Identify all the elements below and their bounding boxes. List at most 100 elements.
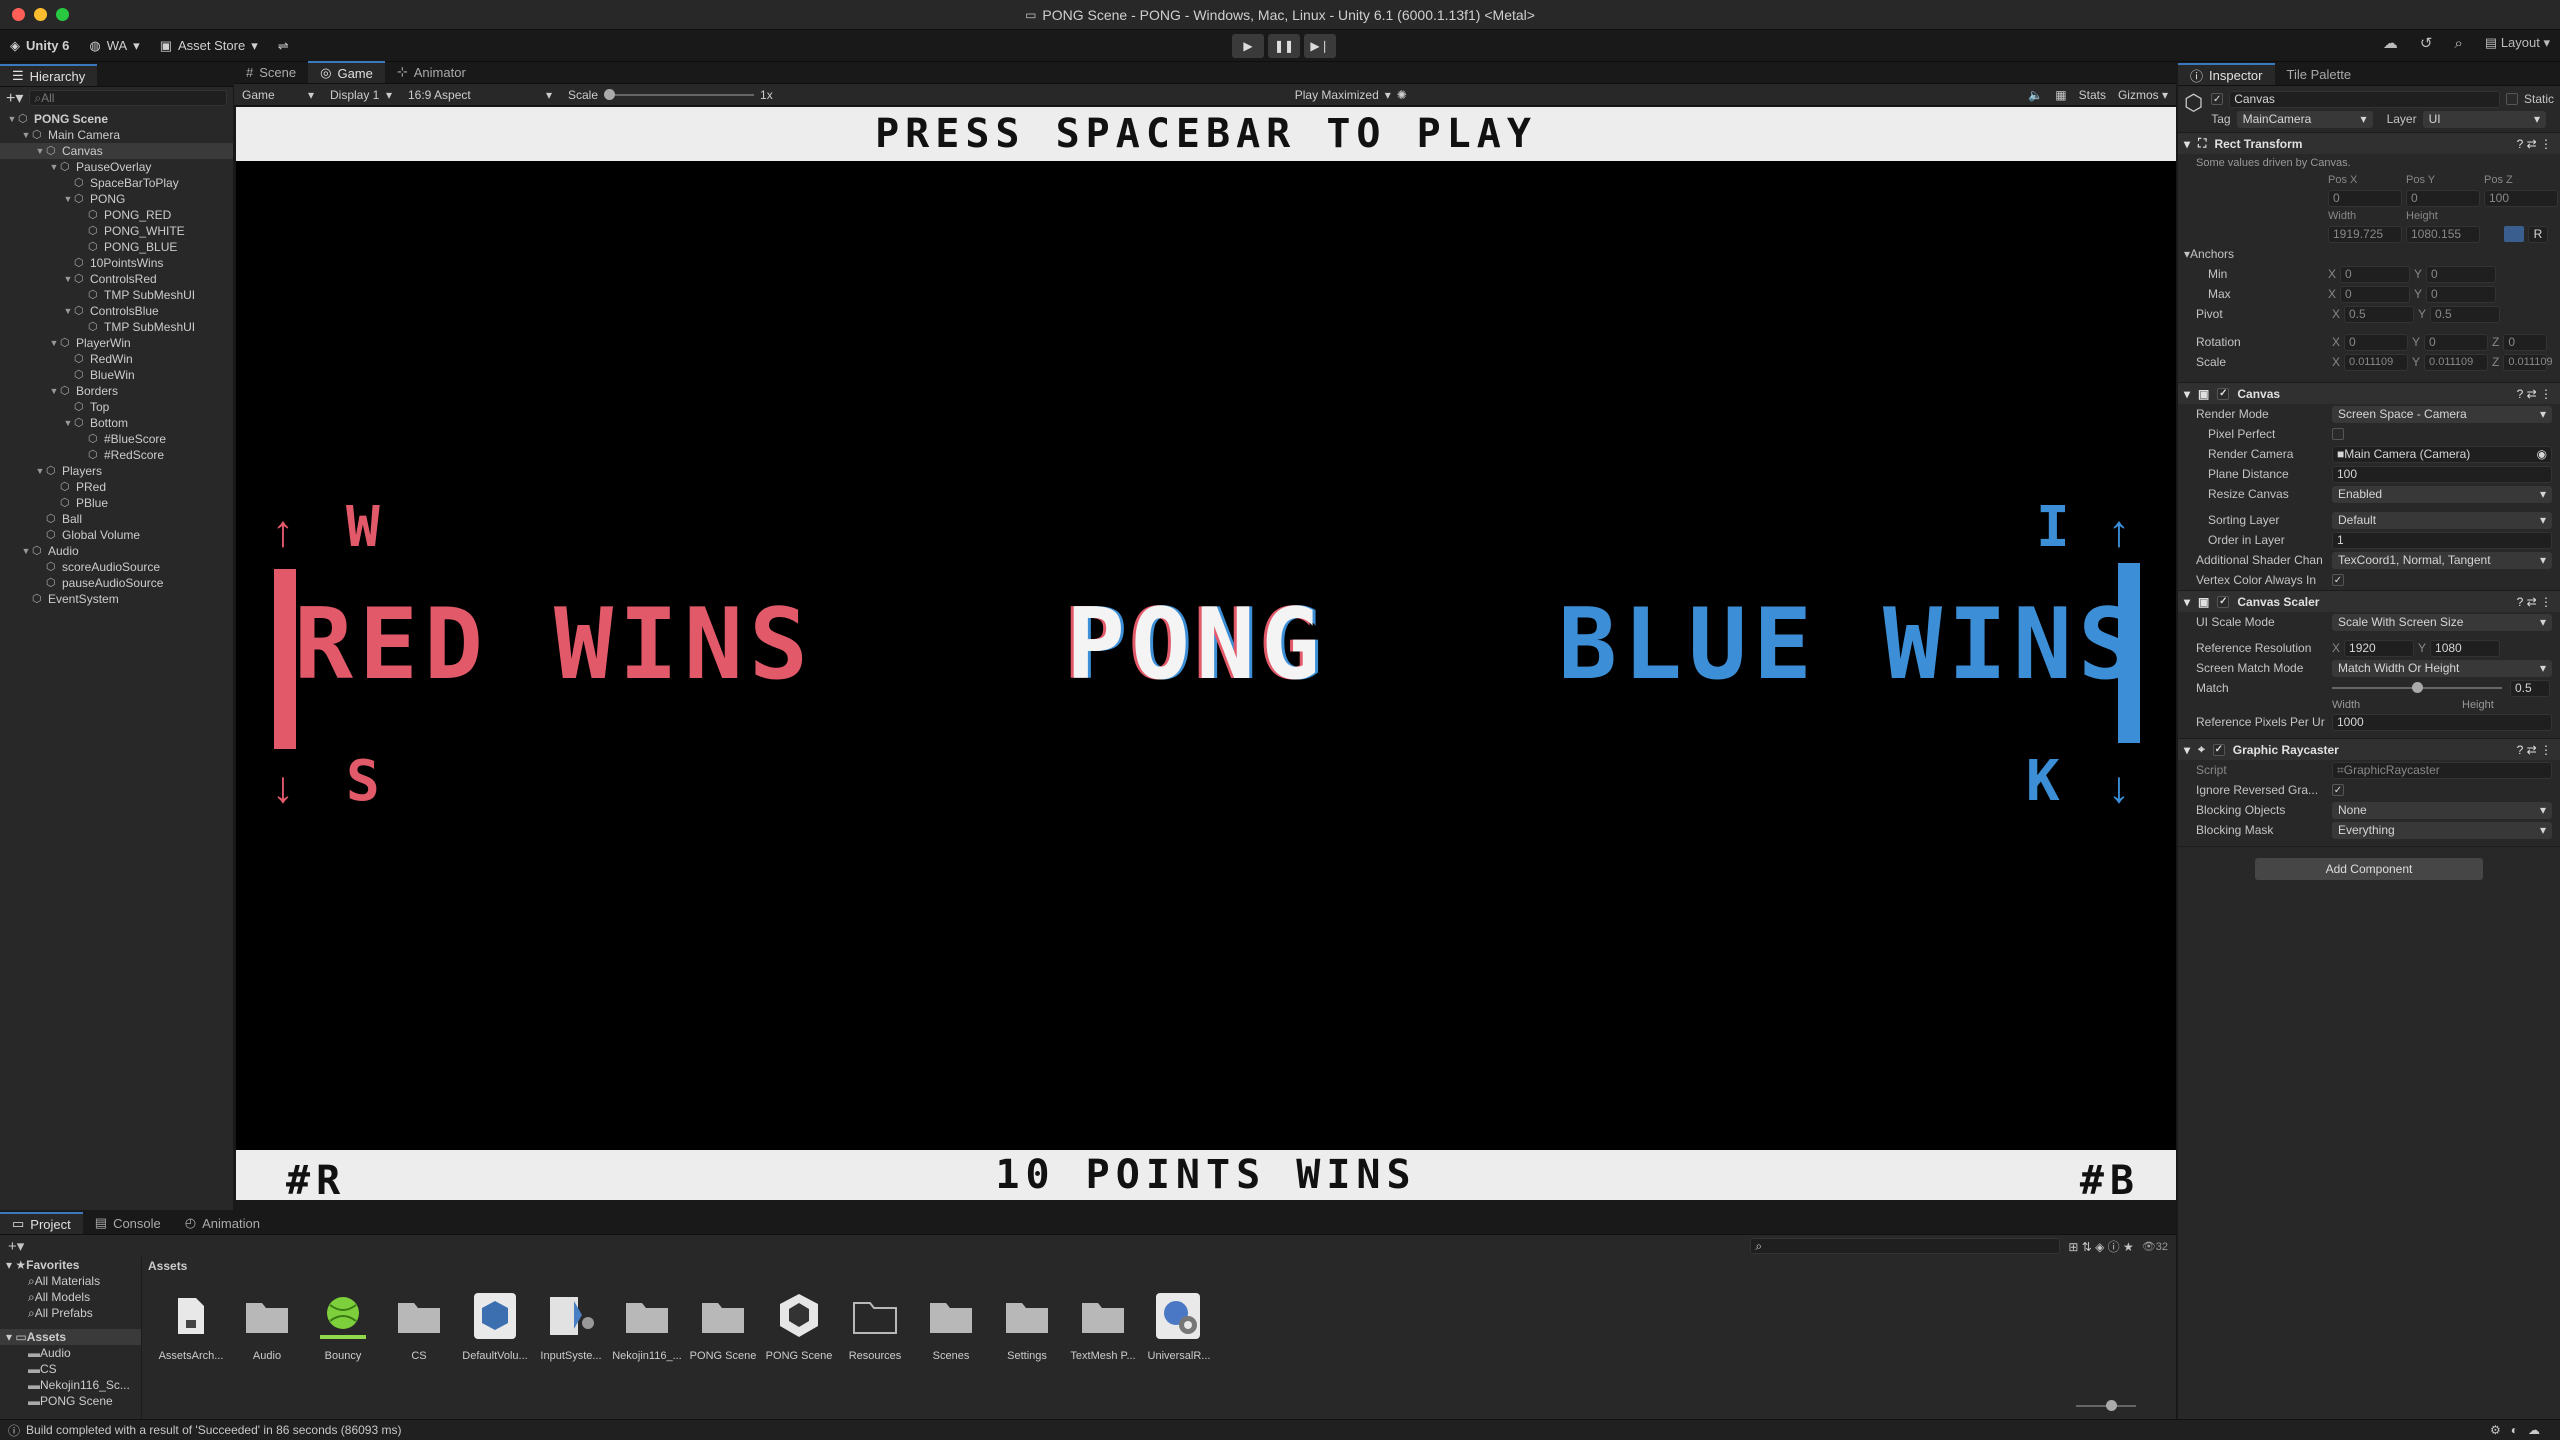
stats-button[interactable]: Stats (2079, 88, 2106, 102)
audio-icon[interactable]: 🔈 (2028, 88, 2043, 102)
asset-item[interactable]: DefaultVolu... (460, 1290, 530, 1362)
asset-item[interactable]: Bouncy (308, 1290, 378, 1362)
blueprint-toggle[interactable] (2504, 226, 2524, 242)
hierarchy-item[interactable]: ▼ ⬡ PlayerWin (0, 335, 233, 351)
breadcrumb[interactable]: Assets (148, 1259, 187, 1273)
object-name-input[interactable]: Canvas (2229, 90, 2500, 108)
render-camera-field[interactable]: ■ Main Camera (Camera) ◉ (2332, 445, 2552, 463)
project-search-input[interactable]: ⌕ (1750, 1238, 2061, 1254)
debug-icon[interactable]: ✺ (1397, 88, 1407, 102)
add-icon[interactable]: +▾ (6, 88, 23, 108)
folder-item[interactable]: ▬ Nekojin116_Sc... (0, 1377, 141, 1393)
expand-arrow-icon[interactable]: ▼ (6, 114, 18, 124)
hierarchy-item[interactable]: ⬡ PONG_BLUE (0, 239, 233, 255)
add-component-button[interactable]: Add Component (2255, 858, 2483, 880)
anchor-min-y[interactable]: 0 (2426, 265, 2497, 283)
hierarchy-item[interactable]: ⬡ Ball (0, 511, 233, 527)
shader-channels-dropdown[interactable]: TexCoord1, Normal, Tangent ▾ (2332, 551, 2552, 569)
graphic-raycaster-header[interactable]: ▾ ⌖ ✓ Graphic Raycaster? ⇄ ⋮ (2178, 738, 2560, 760)
hierarchy-item[interactable]: ▼ ⬡ ControlsRed (0, 271, 233, 287)
assets-header[interactable]: ▾ ▭ Assets (0, 1329, 141, 1345)
hierarchy-item[interactable]: ▼ ⬡ Bottom (0, 415, 233, 431)
asset-item[interactable]: Resources (840, 1290, 910, 1362)
scaler-enabled-checkbox[interactable]: ✓ (2217, 595, 2230, 608)
asset-item[interactable]: Scenes (916, 1290, 986, 1362)
hierarchy-item[interactable]: ⬡ PRed (0, 479, 233, 495)
filter-icons[interactable]: ⊞ ⇅ ◈ ⓘ ★ (2068, 1238, 2133, 1255)
tab-tile-palette[interactable]: Tile Palette (2275, 63, 2364, 85)
ref-res-y[interactable]: 1080 (2430, 639, 2501, 657)
account-button[interactable]: ◈ Unity 6 (0, 34, 79, 58)
anchor-max-y[interactable]: 0 (2426, 285, 2497, 303)
folder-item[interactable]: ▬ Audio (0, 1345, 141, 1361)
favorite-item[interactable]: ⌕ All Materials (0, 1273, 141, 1289)
canvas-enabled-checkbox[interactable]: ✓ (2217, 387, 2230, 400)
expand-arrow-icon[interactable]: ▼ (34, 466, 46, 476)
play-button[interactable]: ▶ (1232, 34, 1264, 58)
hierarchy-item[interactable]: ⬡ TMP SubMeshUI (0, 287, 233, 303)
hierarchy-item[interactable]: ⬡ #BlueScore (0, 431, 233, 447)
hierarchy-item[interactable]: ▼ ⬡ Players (0, 463, 233, 479)
pixels-per-unit-field[interactable]: 1000 (2332, 713, 2552, 731)
pos-x-field[interactable]: 0 (2328, 189, 2402, 207)
pivot-x[interactable]: 0.5 (2344, 305, 2415, 323)
blocking-objects-dropdown[interactable]: None ▾ (2332, 801, 2552, 819)
hierarchy-item[interactable]: ⬡ TMP SubMeshUI (0, 319, 233, 335)
scale-slider[interactable]: Scale 1x (560, 88, 781, 102)
anchor-min-x[interactable]: 0 (2340, 265, 2411, 283)
height-field[interactable]: 1080.155 (2406, 225, 2480, 243)
ui-scale-mode-dropdown[interactable]: Scale With Screen Size ▾ (2332, 613, 2552, 631)
expand-arrow-icon[interactable]: ▼ (20, 546, 32, 556)
object-picker-icon[interactable]: ◉ (2537, 447, 2547, 461)
version-control-button[interactable]: ⇌ (268, 34, 299, 58)
screen-match-mode-dropdown[interactable]: Match Width Or Height ▾ (2332, 659, 2552, 677)
layer-dropdown[interactable]: UI ▾ (2422, 110, 2546, 128)
hierarchy-item[interactable]: ⬡ Global Volume (0, 527, 233, 543)
expand-arrow-icon[interactable]: ▼ (20, 130, 32, 140)
favorite-item[interactable]: ⌕ All Models (0, 1289, 141, 1305)
cloud-icon[interactable]: ☁ (2383, 34, 2398, 52)
folder-item[interactable]: ▬ CS (0, 1361, 141, 1377)
pos-z-field[interactable]: 100 (2484, 189, 2558, 207)
search-icon[interactable]: ⌕ (2455, 35, 2463, 52)
zoom-slider[interactable] (2076, 1400, 2136, 1411)
tab-console[interactable]: ▤ Console (83, 1212, 173, 1234)
raw-edit-button[interactable]: R (2528, 225, 2548, 243)
static-checkbox[interactable] (2505, 93, 2518, 105)
favorite-item[interactable]: ⌕ All Prefabs (0, 1305, 141, 1321)
blocking-mask-dropdown[interactable]: Everything ▾ (2332, 821, 2552, 839)
expand-arrow-icon[interactable]: ▼ (48, 386, 60, 396)
hierarchy-item[interactable]: ⬡ pauseAudioSource (0, 575, 233, 591)
component-menu-icon[interactable]: ? ⇄ ⋮ (2517, 137, 2552, 151)
rotation-z[interactable]: 0 (2503, 333, 2548, 351)
pivot-y[interactable]: 0.5 (2430, 305, 2501, 323)
asset-item[interactable]: Audio (232, 1290, 302, 1362)
expand-arrow-icon[interactable]: ▼ (62, 418, 74, 428)
history-icon[interactable]: ↺ (2420, 34, 2433, 52)
resize-canvas-dropdown[interactable]: Enabled ▾ (2332, 485, 2552, 503)
raycaster-enabled-checkbox[interactable]: ✓ (2212, 743, 2225, 756)
vertex-color-checkbox[interactable]: ✓ (2332, 574, 2344, 586)
order-in-layer-field[interactable]: 1 (2332, 531, 2552, 549)
hierarchy-item[interactable]: ⬡ BlueWin (0, 367, 233, 383)
hierarchy-item[interactable]: ⬡ 10PointsWins (0, 255, 233, 271)
hierarchy-item[interactable]: ⬡ scoreAudioSource (0, 559, 233, 575)
render-mode-dropdown[interactable]: Screen Space - Camera ▾ (2332, 405, 2552, 423)
layout-dropdown[interactable]: ▤ Layout ▾ (2485, 35, 2550, 51)
hierarchy-item[interactable]: ⬡ PONG_RED (0, 207, 233, 223)
expand-arrow-icon[interactable]: ▼ (62, 274, 74, 284)
component-menu-icon[interactable]: ? ⇄ ⋮ (2517, 743, 2552, 757)
component-menu-icon[interactable]: ? ⇄ ⋮ (2517, 387, 2552, 401)
hierarchy-search-input[interactable]: ⌕ All (29, 90, 227, 106)
width-field[interactable]: 1919.725 (2328, 225, 2402, 243)
tab-project[interactable]: ▭ Project (0, 1212, 83, 1234)
pos-y-field[interactable]: 0 (2406, 189, 2480, 207)
asset-item[interactable]: PONG Scene (764, 1290, 834, 1362)
component-menu-icon[interactable]: ? ⇄ ⋮ (2517, 595, 2552, 609)
scale-x[interactable]: 0.011109 (2344, 353, 2409, 371)
favorites-header[interactable]: ▾ ★ Favorites (0, 1257, 141, 1273)
hierarchy-item[interactable]: ⬡ #RedScore (0, 447, 233, 463)
frame-icon[interactable]: ▦ (2055, 88, 2066, 102)
hierarchy-item[interactable]: ⬡ SpaceBarToPlay (0, 175, 233, 191)
scale-z[interactable]: 0.011109 (2503, 353, 2553, 371)
